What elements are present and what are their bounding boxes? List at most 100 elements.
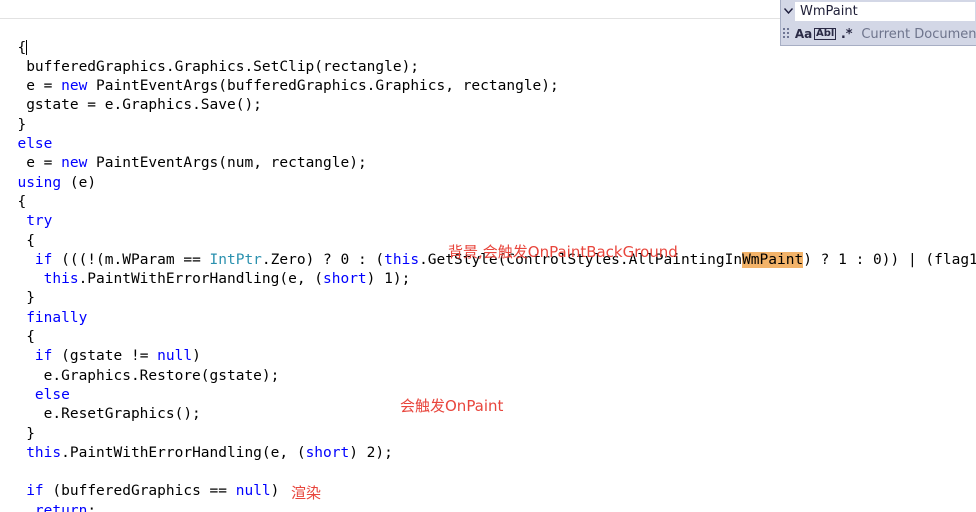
current-line-divider — [0, 18, 780, 19]
code-line[interactable]: } — [0, 425, 976, 444]
code-token-plain: } — [17, 116, 27, 133]
code-token-plain: gstate = e.Graphics.Save(); — [26, 97, 262, 114]
code-token-plain: ) — [270, 483, 280, 500]
code-token-plain: } — [26, 425, 35, 442]
code-line[interactable]: bufferedGraphics.Graphics.SetClip(rectan… — [0, 58, 976, 77]
code-token-plain: e = — [26, 78, 62, 95]
code-token-plain: e.Graphics.Restore(gstate); — [43, 367, 280, 384]
code-token-kw: if — [34, 348, 53, 365]
code-token-plain: (gstate != — [52, 348, 158, 365]
code-token-kw: finally — [26, 309, 88, 326]
annotation-render: 渲染 — [291, 484, 322, 502]
code-token-type: IntPtr — [209, 251, 262, 268]
code-line[interactable]: { — [0, 328, 976, 347]
code-token-kw: short — [305, 444, 350, 461]
text-caret — [26, 39, 28, 55]
code-token-plain: .PaintWithErrorHandling(e, ( — [78, 271, 324, 288]
match-whole-word-label: Abl — [814, 28, 837, 40]
resize-grip-icon[interactable] — [781, 22, 793, 46]
use-regex-label: .* — [840, 26, 853, 42]
code-token-kw: this — [43, 271, 79, 288]
code-token-plain: e = — [26, 155, 62, 172]
code-line[interactable]: e = new PaintEventArgs(num, rectangle); — [0, 154, 976, 173]
code-line[interactable]: this.PaintWithErrorHandling(e, (short) 2… — [0, 444, 976, 463]
code-line[interactable]: } — [0, 289, 976, 308]
code-line[interactable]: finally — [0, 309, 976, 328]
find-search-input[interactable] — [795, 1, 975, 21]
code-token-plain: } — [26, 290, 35, 307]
code-token-kw: try — [26, 213, 53, 230]
find-scope-label[interactable]: Current Document — [861, 27, 976, 42]
code-line[interactable]: e = new PaintEventArgs(bufferedGraphics.… — [0, 77, 976, 96]
find-panel[interactable]: Aa Abl .* Current Document — [780, 0, 976, 46]
code-token-plain: ) 1); — [366, 271, 411, 288]
code-token-plain: .Zero) ? 0 : ( — [261, 251, 385, 268]
use-regex-icon[interactable]: .* — [836, 24, 857, 44]
code-token-kw: this — [384, 251, 420, 268]
code-line[interactable]: else — [0, 135, 976, 154]
code-lines: { bufferedGraphics.Graphics.SetClip(rect… — [0, 39, 976, 512]
code-token-plain: ; — [87, 502, 97, 512]
code-token-plain: { — [26, 329, 35, 346]
code-line[interactable]: gstate = e.Graphics.Save(); — [0, 96, 976, 115]
code-token-plain: (bufferedGraphics == — [43, 483, 236, 500]
code-token-plain: { — [26, 232, 35, 249]
code-token-kw: else — [17, 136, 53, 153]
code-line[interactable]: if (bufferedGraphics == null) — [0, 482, 976, 501]
code-line[interactable]: e.Graphics.Restore(gstate); — [0, 367, 976, 386]
code-line[interactable]: if (gstate != null) — [0, 347, 976, 366]
code-token-kw: if — [26, 483, 44, 500]
match-whole-word-icon[interactable]: Abl — [814, 24, 837, 44]
code-line[interactable]: } — [0, 116, 976, 135]
code-token-plain: ) ? 1 : 0)) | (flag1 ? 1 : — [803, 251, 976, 268]
annotation-onpaint: 会触发OnPaint — [400, 397, 504, 415]
code-token-kw: short — [323, 271, 367, 288]
code-line[interactable]: try — [0, 212, 976, 231]
code-token-plain: { — [17, 193, 27, 210]
code-line[interactable]: using (e) — [0, 174, 976, 193]
code-token-kw: new — [61, 155, 88, 172]
chevron-down-icon[interactable] — [781, 0, 795, 22]
code-line[interactable] — [0, 463, 976, 482]
code-token-kw: null — [157, 348, 193, 365]
code-token-kw: if — [34, 251, 53, 268]
code-token-plain: (((!(m.WParam == — [52, 251, 210, 268]
code-token-plain: ) — [192, 348, 201, 365]
match-case-icon[interactable]: Aa — [793, 24, 814, 44]
find-panel-row-options: Aa Abl .* Current Document — [781, 22, 976, 46]
code-token-kw: using — [17, 174, 62, 191]
code-token-plain: PaintEventArgs(bufferedGraphics.Graphics… — [87, 78, 559, 95]
code-line[interactable]: { — [0, 193, 976, 212]
code-line[interactable]: return; — [0, 502, 976, 512]
code-token-hl: WmPaint — [742, 251, 804, 268]
code-token-kw: return — [34, 502, 88, 512]
code-token-plain: ) 2); — [349, 444, 393, 461]
code-token-plain: .PaintWithErrorHandling(e, ( — [61, 444, 306, 461]
code-token-kw: else — [34, 386, 70, 403]
code-token-kw: this — [26, 444, 62, 461]
code-token-kw: null — [235, 483, 271, 500]
code-line[interactable]: this.PaintWithErrorHandling(e, (short) 1… — [0, 270, 976, 289]
code-token-kw: new — [61, 78, 88, 95]
code-token-plain: (e) — [61, 174, 97, 191]
